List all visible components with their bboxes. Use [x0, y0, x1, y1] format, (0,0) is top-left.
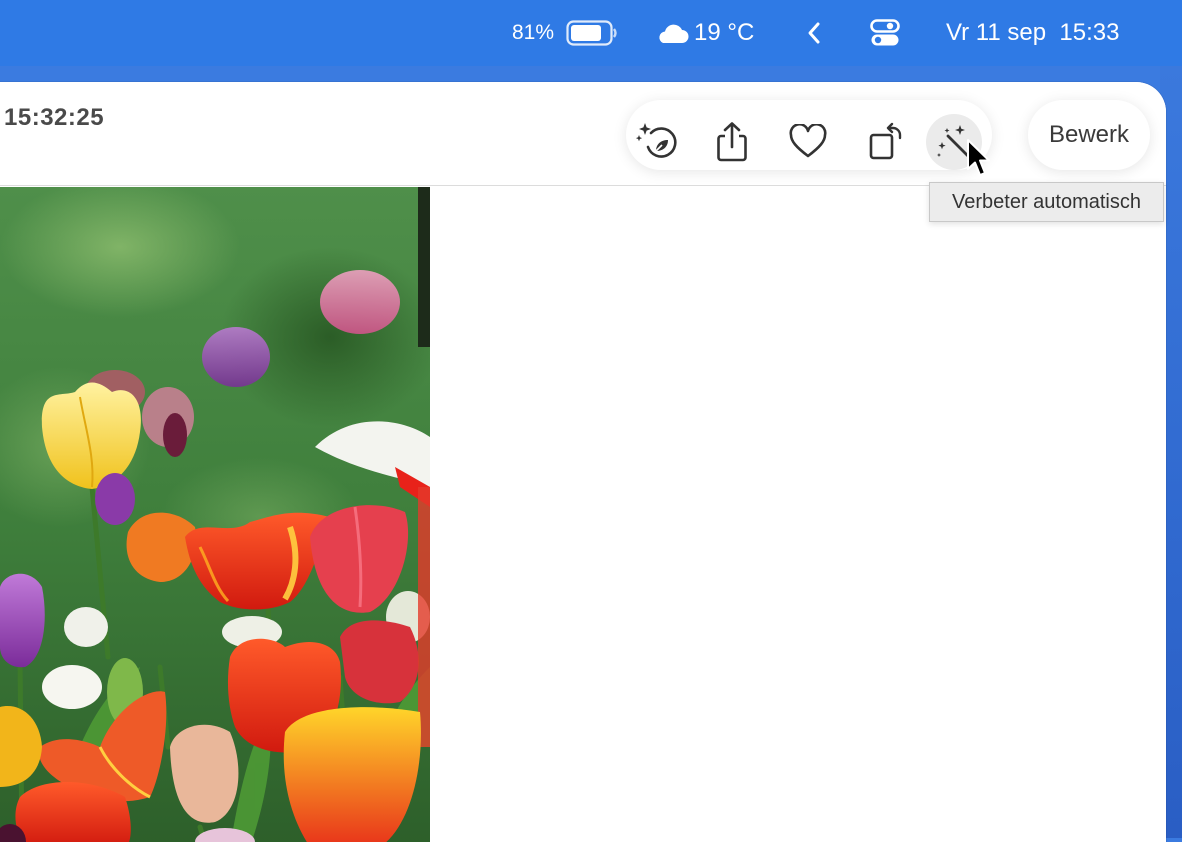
- share-icon: [717, 122, 747, 162]
- rotate-icon: [869, 122, 902, 160]
- toolbar-actions: [626, 100, 992, 170]
- battery-percentage[interactable]: 81%: [512, 0, 554, 66]
- favorite-button[interactable]: [780, 114, 836, 170]
- menubar-clock[interactable]: Vr 11 sep 15:33: [946, 0, 1119, 66]
- memories-sparkle-icon: [635, 123, 677, 158]
- battery-icon[interactable]: [566, 0, 618, 66]
- share-button[interactable]: [704, 114, 760, 170]
- memories-button[interactable]: [630, 114, 686, 170]
- tulip-photo-image: [0, 187, 430, 842]
- chevron-left-icon[interactable]: [806, 0, 822, 66]
- heart-icon: [789, 124, 827, 158]
- edit-button[interactable]: Bewerk: [1028, 100, 1150, 170]
- mouse-cursor-icon: [966, 138, 992, 183]
- weather-temperature[interactable]: 19 °C: [694, 0, 754, 66]
- auto-enhance-tooltip: Verbeter automatisch: [929, 182, 1164, 222]
- photo-time: 15:32:25: [4, 104, 105, 131]
- menu-bar: 81% 19 °C Vr 11 sep 15:33: [0, 0, 1182, 66]
- control-center-icon[interactable]: [870, 0, 900, 66]
- cloud-icon[interactable]: [655, 0, 689, 66]
- rotate-button[interactable]: [858, 114, 914, 170]
- tulip-photo[interactable]: [0, 187, 430, 842]
